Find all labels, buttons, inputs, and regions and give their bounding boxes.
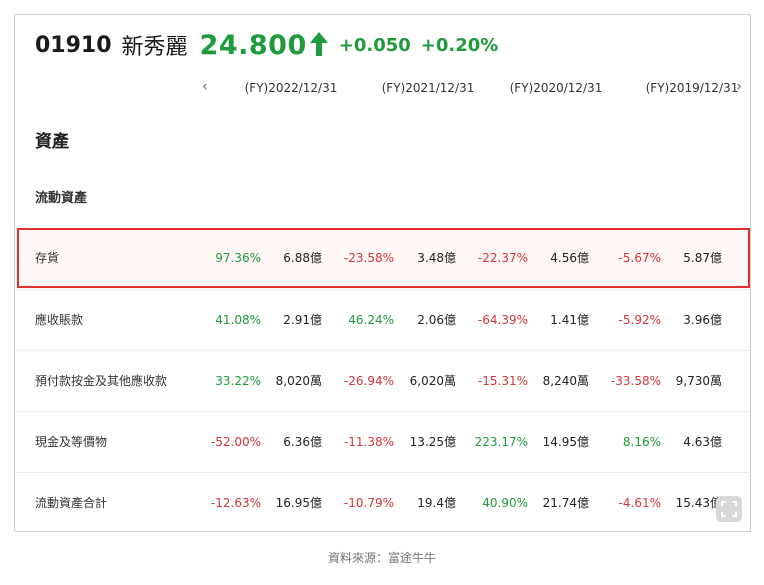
value-cell: 8,020萬 — [275, 374, 322, 388]
yoy-change-cell: -52.00% — [210, 435, 261, 449]
row-label: 應收賬款 — [35, 313, 84, 327]
period-column-header: (FY)2021/12/31 — [381, 81, 475, 95]
yoy-change-cell: 8.16% — [622, 435, 661, 449]
stock-name: 新秀麗 — [121, 35, 188, 60]
value-cell: 3.96億 — [683, 313, 722, 327]
yoy-change-cell: 40.90% — [482, 496, 528, 510]
value-cell: 4.56億 — [550, 251, 589, 265]
yoy-change-cell: -12.63% — [210, 496, 261, 510]
section-title: 資產 — [35, 132, 69, 152]
value-cell: 6.88億 — [283, 251, 322, 265]
row-label: 現金及等價物 — [35, 435, 108, 449]
yoy-change-cell: -5.92% — [618, 313, 661, 327]
value-cell: 19.4億 — [417, 496, 456, 510]
expand-icon[interactable] — [716, 496, 742, 522]
value-cell: 21.74億 — [542, 496, 589, 510]
value-cell: 6.36億 — [283, 435, 322, 449]
yoy-change-cell: -33.58% — [610, 374, 661, 388]
yoy-change-cell: 223.17% — [474, 435, 528, 449]
table-row: 存貨 97.36% 6.88億 -23.58% 3.48億 -22.37% 4.56億 -5.… — [15, 228, 748, 289]
yoy-change-cell: -26.94% — [343, 374, 394, 388]
value-cell: 8,240萬 — [542, 374, 589, 388]
yoy-change-cell: 41.08% — [215, 313, 261, 327]
period-column-header: (FY)2019/12/31 — [645, 81, 739, 95]
value-cell: 3.48億 — [417, 251, 456, 265]
period-header: (FY)2022/12/31 (FY)2021/12/31 (FY)2020/1… — [15, 81, 750, 101]
yoy-change-cell: -10.79% — [343, 496, 394, 510]
yoy-change-cell: -11.38% — [343, 435, 394, 449]
table-row: 流動資產合計 -12.63% 16.95億 -10.79% 19.4億 40.90% 21.… — [15, 472, 748, 534]
price-change-percent: +0.20% — [420, 34, 499, 56]
arrow-up-icon — [309, 31, 329, 61]
yoy-change-cell: -5.67% — [618, 251, 661, 265]
stock-price: 24.800 — [199, 29, 307, 61]
subsection-title: 流動資產 — [35, 191, 88, 206]
yoy-change-cell: 46.24% — [348, 313, 394, 327]
stock-quote-header: 01910 新秀麗 24.800 +0.050 +0.20% — [35, 29, 498, 61]
table-row: 預付款按金及其他應收款 33.22% 8,020萬 -26.94% 6,020萬 -15.… — [15, 350, 748, 412]
row-label: 流動資產合計 — [35, 496, 108, 510]
value-cell: 13.25億 — [409, 435, 456, 449]
yoy-change-cell: -15.31% — [477, 374, 528, 388]
value-cell: 2.06億 — [417, 313, 456, 327]
yoy-change-cell: 33.22% — [215, 374, 261, 388]
value-cell: 14.95億 — [542, 435, 589, 449]
yoy-change-cell: -4.61% — [618, 496, 661, 510]
stock-code: 01910 — [35, 32, 112, 58]
value-cell: 16.95億 — [275, 496, 322, 510]
price-change: +0.050 — [338, 34, 411, 56]
yoy-change-cell: 97.36% — [215, 251, 261, 265]
value-cell: 1.41億 — [550, 313, 589, 327]
period-column-header: (FY)2022/12/31 — [244, 81, 338, 95]
yoy-change-cell: -22.37% — [477, 251, 528, 265]
period-column-header: (FY)2020/12/31 — [509, 81, 603, 95]
value-cell: 2.91億 — [283, 313, 322, 327]
yoy-change-cell: -23.58% — [343, 251, 394, 265]
value-cell: 5.87億 — [683, 251, 722, 265]
source-caption: 資料來源：富途牛牛 — [327, 551, 436, 565]
chevron-right-icon[interactable]: › — [736, 77, 742, 95]
row-label: 存貨 — [35, 251, 60, 265]
table-row: 應收賬款 41.08% 2.91億 46.24% 2.06億 -64.39% 1.41億 -5… — [15, 289, 748, 351]
value-cell: 6,020萬 — [409, 374, 456, 388]
value-cell: 4.63億 — [683, 435, 722, 449]
value-cell: 9,730萬 — [675, 374, 722, 388]
yoy-change-cell: -64.39% — [477, 313, 528, 327]
table-row: 現金及等價物 -52.00% 6.36億 -11.38% 13.25億 223.17% 14… — [15, 411, 748, 473]
row-label: 預付款按金及其他應收款 — [35, 374, 168, 388]
